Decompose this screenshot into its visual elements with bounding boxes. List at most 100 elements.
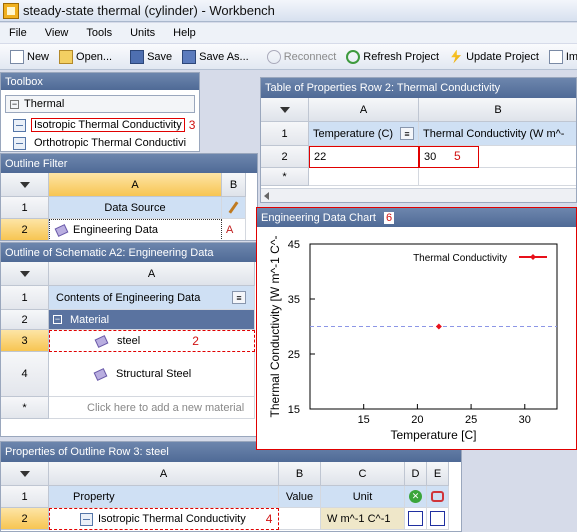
annotation-4: 4 — [265, 512, 273, 526]
window-title: steady-state thermal (cylinder) - Workbe… — [23, 3, 275, 18]
save-button[interactable]: Save — [130, 49, 172, 64]
save-as-button[interactable]: Save As... — [182, 49, 249, 64]
column-c-header[interactable]: C — [321, 462, 405, 486]
checkbox[interactable] — [408, 511, 423, 526]
collapse-icon[interactable]: − — [10, 99, 19, 109]
column-d-header[interactable]: D — [405, 462, 427, 486]
sort-arrow-icon — [279, 106, 290, 113]
toolbox-item-orthotropic[interactable]: Orthotropic Thermal Conductivi — [13, 135, 186, 151]
column-d-icon-cell[interactable]: ✕ — [405, 486, 427, 508]
lightning-icon — [451, 49, 462, 64]
column-a-header[interactable]: A — [49, 462, 279, 486]
temperature-value-cell[interactable]: 22 — [309, 146, 419, 168]
menu-file[interactable]: File — [0, 27, 36, 39]
x-axis-label: Temperature [C] — [390, 428, 476, 442]
material-category-row[interactable]: − Material — [49, 310, 255, 330]
toolbox-panel: Toolbox − Thermal Isotropic Thermal Cond… — [0, 72, 200, 152]
engineering-data-icon — [54, 224, 68, 236]
toolbox-item-isotropic[interactable]: Isotropic Thermal Conductivity 3 — [13, 117, 195, 133]
scroll-left-arrow-icon[interactable] — [264, 192, 269, 200]
toolbox-header: Toolbox — [1, 73, 199, 90]
annotation-3: 3 — [188, 118, 196, 132]
add-new-material-row[interactable]: Click here to add a new material — [49, 397, 255, 419]
column-a-header[interactable]: A — [309, 98, 419, 122]
contents-header-cell: Contents of Engineering Data ≡ — [49, 286, 255, 310]
material-tag-icon — [93, 368, 107, 380]
value-header-cell: Value — [279, 486, 321, 508]
conductivity-header-cell: Thermal Conductivity (W m^- — [419, 122, 576, 146]
table-properties-panel: Table of Properties Row 2: Thermal Condu… — [260, 77, 577, 203]
x-tick-label: 25 — [465, 414, 477, 426]
column-b-header[interactable]: B — [279, 462, 321, 486]
column-b-header[interactable]: B — [419, 98, 576, 122]
new-button[interactable]: New — [10, 49, 49, 64]
open-button[interactable]: Open... — [59, 49, 112, 64]
corner-cell[interactable] — [1, 462, 49, 486]
material-tag-icon — [94, 335, 108, 347]
corner-cell[interactable] — [1, 262, 49, 286]
menu-view[interactable]: View — [36, 27, 78, 39]
row-number: 3 — [1, 330, 49, 352]
engineering-data-cell[interactable]: Engineering Data — [49, 219, 222, 240]
value-cell[interactable] — [279, 508, 321, 530]
row-number: 1 — [1, 197, 49, 219]
corner-cell[interactable] — [261, 98, 309, 122]
menu-units[interactable]: Units — [121, 27, 164, 39]
update-project-button[interactable]: Update Project — [449, 49, 539, 64]
y-tick-label: 25 — [288, 349, 300, 361]
collapse-icon[interactable]: − — [53, 315, 62, 324]
row-number: 4 — [1, 352, 49, 397]
menu-tools[interactable]: Tools — [77, 27, 121, 39]
row-number: 2 — [1, 219, 49, 240]
annotation-2: 2 — [192, 334, 199, 348]
unit-cell[interactable]: W m^-1 C^-1 — [321, 508, 405, 530]
column-e-header[interactable]: E — [427, 462, 449, 486]
reconnect-button[interactable]: Reconnect — [266, 49, 336, 64]
import-button[interactable]: Im — [548, 49, 577, 64]
sort-arrow-icon — [19, 470, 30, 477]
properties-outline-panel: Properties of Outline Row 3: steel A B C… — [0, 441, 462, 532]
conductivity-value-cell[interactable]: 30 — [419, 146, 479, 168]
horizontal-scrollbar[interactable] — [261, 188, 576, 202]
row2-d-checkbox-cell[interactable] — [405, 508, 427, 530]
property-icon — [13, 136, 26, 150]
unit-dropdown-icon[interactable]: ≡ — [400, 127, 414, 140]
column-e-icon-cell[interactable] — [427, 486, 449, 508]
refresh-project-button[interactable]: Refresh Project — [346, 49, 439, 64]
sort-filter-icon[interactable]: ≡ — [232, 291, 246, 304]
row2-e-checkbox-cell[interactable] — [427, 508, 449, 530]
column-a-header[interactable]: A — [49, 262, 255, 286]
conductivity-rest-cell — [479, 146, 576, 168]
menu-help[interactable]: Help — [164, 27, 205, 39]
y-tick-label: 45 — [288, 239, 300, 251]
engineering-data-chart[interactable]: 15 20 25 30 15 25 35 45 Temperature [C] Thermal C… — [257, 228, 576, 450]
chart-header: Engineering Data Chart 6 — [257, 208, 576, 227]
main-toolbar: New Open... Save Save As... Reconnect Re… — [0, 44, 577, 70]
new-row-b[interactable] — [419, 168, 576, 186]
window-titlebar: steady-state thermal (cylinder) - Workbe… — [0, 0, 577, 22]
checkbox[interactable] — [430, 511, 445, 526]
material-row-structural-steel[interactable]: Structural Steel — [49, 352, 255, 397]
red-link-icon — [431, 491, 444, 502]
column-b-header[interactable]: B — [222, 173, 246, 197]
annotation-6: 6 — [383, 211, 395, 224]
row-number: * — [1, 397, 49, 419]
row-number: * — [261, 168, 309, 186]
green-check-icon: ✕ — [409, 490, 422, 503]
row-number: 1 — [261, 122, 309, 146]
y-tick-label: 35 — [288, 294, 300, 306]
save-as-icon — [182, 49, 197, 64]
pencil-icon-cell[interactable] — [222, 197, 246, 219]
table-properties-header: Table of Properties Row 2: Thermal Condu… — [261, 78, 576, 98]
x-tick-label: 20 — [411, 414, 423, 426]
outline-schematic-header: Outline of Schematic A2: Engineering Dat… — [1, 243, 257, 262]
material-row-steel[interactable]: steel 2 — [49, 330, 255, 352]
row-number: 2 — [1, 310, 49, 330]
corner-cell[interactable] — [1, 173, 49, 197]
toolbox-group-thermal[interactable]: − Thermal — [5, 95, 195, 113]
reconnect-icon — [266, 49, 281, 64]
isotropic-property-cell[interactable]: Isotropic Thermal Conductivity 4 — [49, 508, 279, 530]
column-a-header[interactable]: A — [49, 173, 222, 197]
temperature-header-cell: Temperature (C) ≡ — [309, 122, 419, 146]
new-row-a[interactable] — [309, 168, 419, 186]
